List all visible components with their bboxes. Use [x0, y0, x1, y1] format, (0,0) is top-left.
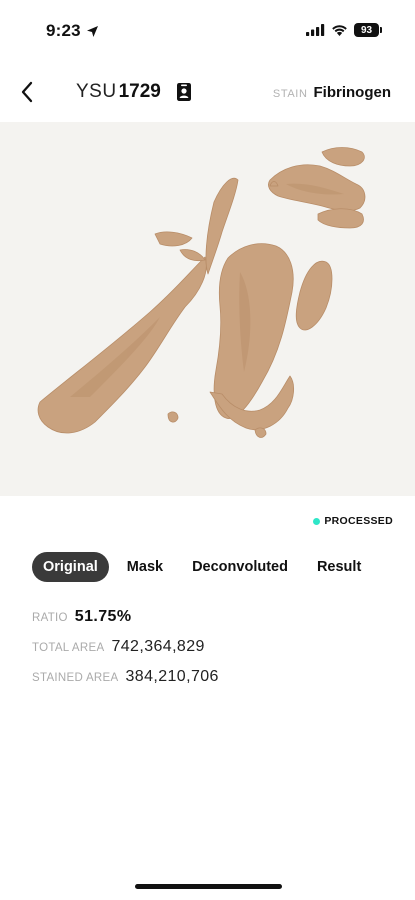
view-tabs: Original Mask Deconvoluted Result [32, 552, 361, 582]
tab-original[interactable]: Original [32, 552, 109, 582]
tissue-slide-illustration [0, 122, 415, 496]
page-title: YSU 1729 [76, 81, 161, 103]
chevron-left-icon [21, 81, 33, 103]
tab-result[interactable]: Result [317, 552, 361, 582]
stats-list: RATIO 51.75% TOTAL AREA 742,364,829 STAI… [32, 608, 219, 698]
stat-label: RATIO [32, 612, 68, 624]
tab-deconvoluted[interactable]: Deconvoluted [192, 552, 288, 582]
status-icons: 93 [306, 23, 382, 37]
status-dot [313, 517, 321, 525]
title-number: 1729 [118, 81, 161, 102]
stat-value: 742,364,829 [111, 638, 205, 655]
stain-info: STAIN Fibrinogen [273, 84, 391, 101]
stat-label: STAINED AREA [32, 672, 119, 684]
header: YSU 1729 STAIN Fibrinogen [0, 70, 415, 116]
stat-row-ratio: RATIO 51.75% [32, 608, 219, 638]
stat-row-total-area: TOTAL AREA 742,364,829 [32, 638, 219, 668]
slide-image[interactable] [0, 122, 415, 496]
tab-mask[interactable]: Mask [127, 552, 163, 582]
stain-value: Fibrinogen [313, 84, 392, 101]
home-indicator[interactable] [135, 884, 282, 889]
id-badge-icon[interactable] [175, 82, 193, 102]
wifi-icon [332, 25, 347, 36]
stat-value: 51.75% [74, 608, 132, 625]
status-badge: PROCESSED [313, 515, 393, 527]
stain-label: STAIN [272, 88, 308, 100]
stat-value: 384,210,706 [125, 668, 219, 685]
location-arrow-icon [86, 25, 98, 37]
status-text: PROCESSED [324, 515, 393, 527]
cellular-signal-icon [306, 24, 325, 36]
status-time-text: 9:23 [46, 21, 81, 40]
battery-level: 93 [360, 24, 373, 36]
title-prefix: YSU [76, 81, 117, 102]
battery-icon: 93 [354, 23, 382, 37]
back-button[interactable] [12, 76, 42, 108]
stat-row-stained-area: STAINED AREA 384,210,706 [32, 668, 219, 698]
status-time: 9:23 [46, 21, 99, 41]
stat-label: TOTAL AREA [32, 642, 105, 654]
status-bar: 9:23 93 [0, 0, 415, 62]
